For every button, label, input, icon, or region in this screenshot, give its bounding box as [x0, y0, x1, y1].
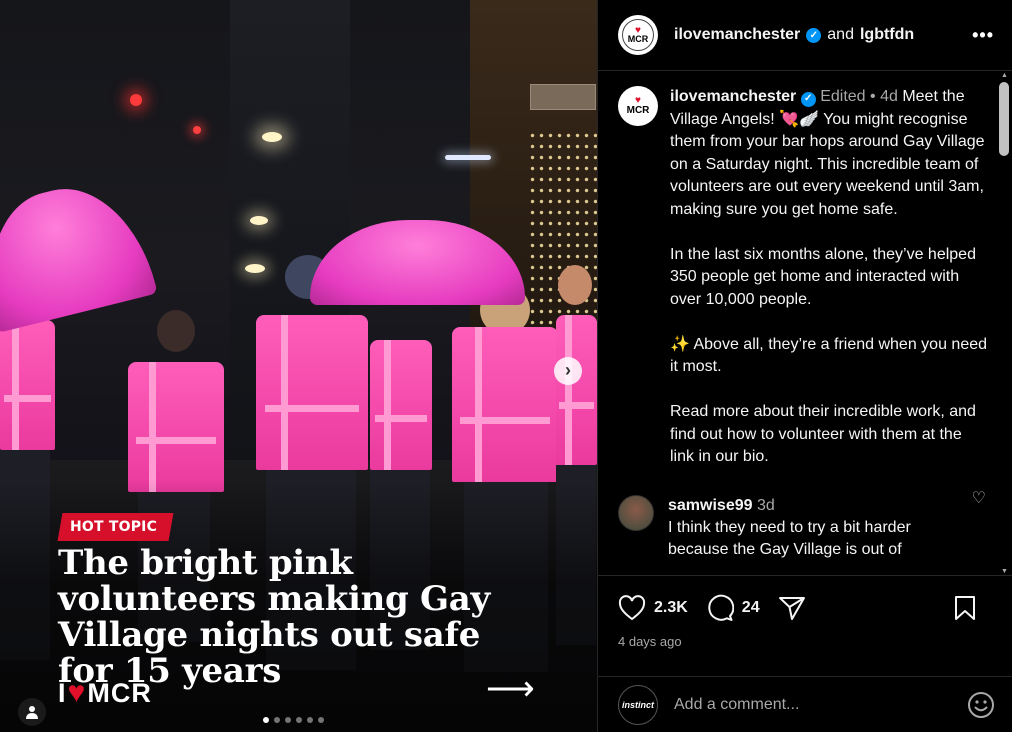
comment-icon — [708, 594, 734, 621]
author-username[interactable]: ilovemanchester — [674, 26, 800, 44]
commenter-avatar[interactable] — [618, 494, 654, 531]
comments-scroll-area[interactable]: ♥ MCR ilovemanchester ✓ Edited • 4d Meet … — [598, 72, 1012, 575]
verified-icon: ✓ — [806, 27, 822, 43]
current-user-avatar[interactable]: instinct — [618, 684, 658, 725]
carousel-dot — [318, 717, 324, 723]
street-light — [193, 126, 201, 134]
street-light — [262, 132, 282, 142]
user-icon — [26, 706, 38, 719]
scrollbar-thumb[interactable] — [999, 82, 1009, 156]
post-caption: ♥ MCR ilovemanchester ✓ Edited • 4d Meet … — [618, 86, 997, 469]
caption-body: Meet the Village Angels! 💘🪽 You might re… — [670, 88, 988, 465]
verified-icon: ✓ — [800, 91, 816, 107]
caption-username[interactable]: ilovemanchester — [670, 88, 796, 105]
like-button[interactable]: 2.3K — [618, 595, 688, 621]
carousel-next-button[interactable]: › — [554, 357, 582, 385]
share-button[interactable] — [778, 595, 806, 621]
collaborator-username[interactable]: lgbtfdn — [860, 26, 914, 44]
carousel-dot — [274, 717, 280, 723]
pink-umbrella — [0, 171, 158, 334]
save-button[interactable] — [953, 595, 977, 621]
tagged-users-button[interactable] — [18, 698, 46, 726]
author-avatar[interactable]: ♥ MCR — [618, 15, 658, 55]
like-count: 2.3K — [654, 599, 688, 616]
street-light — [130, 94, 142, 106]
scroll-down-icon[interactable]: ▼ — [1001, 568, 1008, 575]
comment-like-icon[interactable]: ♡ — [972, 488, 986, 508]
bookmark-icon — [955, 596, 975, 620]
post-media[interactable]: HOT TOPIC The bright pink volunteers mak… — [0, 0, 597, 732]
street-light — [250, 216, 268, 225]
scroll-up-icon[interactable]: ▲ — [1001, 72, 1008, 79]
neon-light — [445, 155, 491, 160]
heart-icon: ♥ — [67, 676, 87, 709]
collab-connector: and — [827, 26, 854, 43]
carousel-dots — [263, 717, 324, 723]
caption-age: 4d — [880, 88, 898, 105]
post-details-panel: ♥ MCR ilovemanchester ✓ and lgbtfdn ••• ♥… — [597, 0, 1012, 732]
caption-text: ilovemanchester ✓ Edited • 4d Meet the V… — [670, 88, 988, 465]
comment-button[interactable]: 24 — [706, 594, 760, 622]
send-icon — [778, 597, 805, 620]
scrollbar[interactable]: ▲ ▼ — [999, 72, 1009, 575]
author-names: ilovemanchester ✓ and lgbtfdn — [674, 26, 972, 44]
carousel-dot — [296, 717, 302, 723]
caption-avatar[interactable]: ♥ MCR — [618, 86, 658, 126]
comment-username[interactable]: samwise99 — [668, 497, 753, 514]
i-love-mcr-logo: I ♥ MCR — [58, 676, 152, 709]
hot-topic-badge: HOT TOPIC — [57, 513, 174, 541]
arrow-right-icon: ⟶ — [486, 670, 535, 708]
media-headline: The bright pink volunteers making Gay Vi… — [58, 543, 490, 691]
post-timestamp: 4 days ago — [618, 634, 682, 649]
carousel-dot — [285, 717, 291, 723]
post-header: ♥ MCR ilovemanchester ✓ and lgbtfdn ••• — [598, 0, 1012, 71]
street-sign — [530, 84, 596, 110]
comment-count: 24 — [741, 599, 760, 616]
comment-item: samwise99 3d I think they need to try a … — [618, 494, 997, 561]
comment-body: samwise99 3d I think they need to try a … — [668, 495, 958, 561]
more-options-icon[interactable]: ••• — [972, 25, 994, 46]
comment-text: I think they need to try a bit harder be… — [668, 518, 911, 558]
carousel-dot — [263, 717, 269, 723]
edited-label: Edited — [820, 88, 866, 105]
comment-age: 3d — [756, 496, 775, 514]
heart-icon — [618, 595, 646, 621]
carousel-dot — [307, 717, 313, 723]
comment-input[interactable] — [674, 695, 967, 714]
post-actions: 2.3K 24 4 days ago — [598, 575, 1012, 675]
emoji-icon[interactable] — [967, 691, 995, 719]
comment-composer: instinct — [598, 676, 1012, 732]
